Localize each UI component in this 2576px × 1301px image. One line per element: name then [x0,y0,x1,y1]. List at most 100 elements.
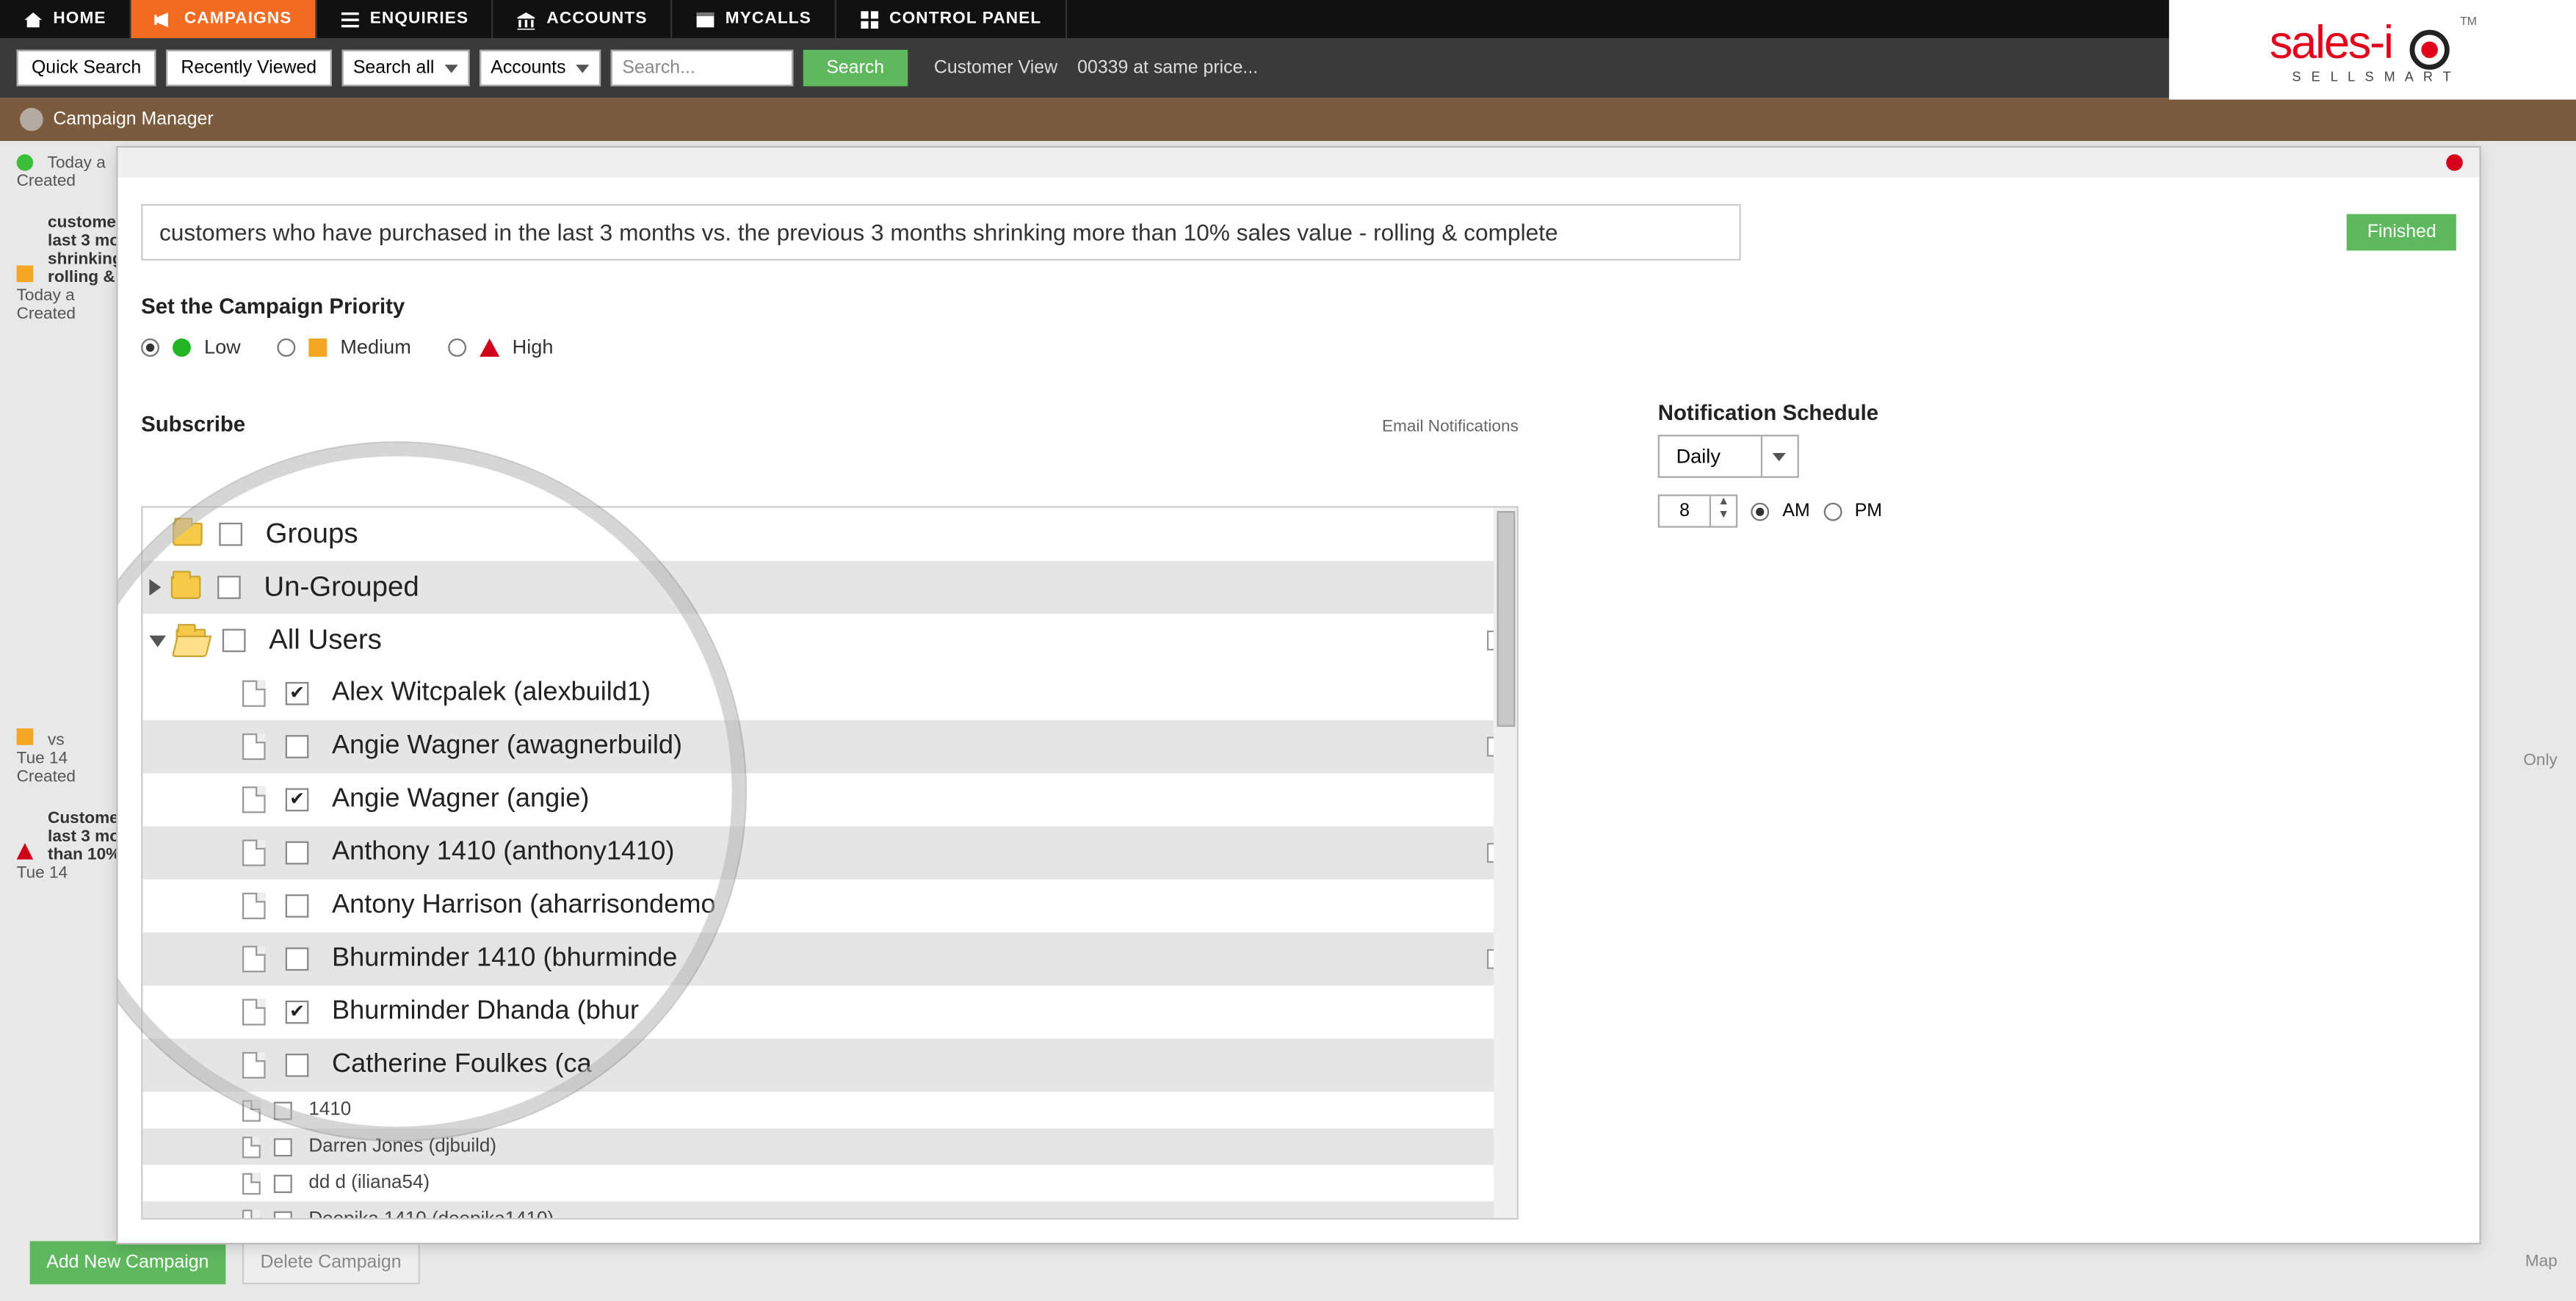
tree-user-row[interactable]: Catherine Foulkes (ca [142,1039,1516,1092]
allusers-checkbox[interactable] [222,629,246,653]
search-scope-dropdown[interactable]: Search all [341,50,469,87]
quick-search-button[interactable]: Quick Search [17,50,156,87]
user-checkbox[interactable] [274,1137,292,1156]
priority-medium-radio[interactable] [277,338,295,356]
user-label: Catherine Foulkes (ca [332,1051,592,1081]
side-tab-map[interactable]: Map [2525,1253,2558,1271]
notif-schedule-heading: Notification Schedule [1658,400,2056,425]
finished-button[interactable]: Finished [2348,214,2456,251]
customer-view-link[interactable]: Customer View [934,58,1057,78]
tree-user-row[interactable]: 1410 [142,1092,1516,1128]
megaphone-icon [154,9,174,29]
user-label: Deepika 1410 (deepika1410) [308,1210,554,1220]
nav-enquiries-label: ENQUIRIES [370,10,469,29]
collapse-icon[interactable] [149,634,166,646]
tree-user-row[interactable]: Deepika 1410 (deepika1410) [142,1201,1516,1220]
expand-icon[interactable] [149,579,161,596]
ungrouped-checkbox[interactable] [217,576,241,599]
card3-vs: vs [48,732,65,750]
am-radio[interactable] [1751,502,1769,521]
tree-user-row[interactable]: Angie Wagner (angie) [142,773,1516,826]
nav-accounts-label: ACCOUNTS [546,10,647,29]
tree-user-row[interactable]: Antony Harrison (aharrisondemo [142,880,1516,932]
priority-dot-red [17,843,34,860]
priority-high-radio[interactable] [448,338,466,356]
am-label: AM [1782,501,1809,521]
side-tab-only[interactable]: Only [2523,752,2557,770]
user-checkbox[interactable] [286,789,309,812]
email-notifications-label: Email Notifications [1382,418,1519,437]
hour-value: 8 [1660,496,1710,526]
file-icon [242,681,266,707]
breadcrumb-icon [20,108,43,131]
close-icon[interactable] [2446,154,2463,171]
tree-user-row[interactable]: Alex Witcpalek (alexbuild1) [142,667,1516,720]
priority-row: Low Medium High [141,336,2456,359]
nav-mycalls[interactable]: MYCALLS [672,0,836,38]
add-campaign-button[interactable]: Add New Campaign [30,1241,225,1284]
tree-ungrouped[interactable]: Un-Grouped [142,561,1516,614]
hour-spinner[interactable]: 8 ▲▼ [1658,494,1738,527]
search-type-dropdown[interactable]: Accounts [479,50,601,87]
user-checkbox[interactable] [286,947,309,971]
user-checkbox[interactable] [286,682,309,706]
file-icon [242,999,266,1026]
priority-green-icon [173,338,191,356]
brand-logo: sales-i TM S E L L S M A R T [2169,0,2576,100]
campaign-title-input[interactable] [141,204,1741,261]
nav-home-label: HOME [53,10,106,29]
spinner-down-icon[interactable]: ▼ [1711,510,1736,523]
tree-user-row[interactable]: dd d (iliana54) [142,1165,1516,1202]
nav-enquiries[interactable]: ENQUIRIES [316,0,493,38]
priority-dot-orange [17,266,34,283]
search-scope-label: Search all [353,58,435,78]
tree-user-row[interactable]: Bhurminder 1410 (bhurminde [142,932,1516,985]
scrollbar-thumb[interactable] [1497,511,1516,727]
tree-user-row[interactable]: Darren Jones (djbuild) [142,1128,1516,1165]
modal-body: Finished Set the Campaign Priority Low M… [117,178,2479,1243]
breadcrumb-label: Campaign Manager [53,109,213,129]
delete-campaign-button[interactable]: Delete Campaign [242,1241,420,1284]
file-icon [242,1173,261,1194]
allusers-label: All Users [269,624,382,657]
search-button[interactable]: Search [803,50,908,87]
priority-low-label: Low [204,336,241,359]
card2-line2: Created [17,305,76,324]
priority-low-radio[interactable] [141,338,159,356]
user-checkbox[interactable] [286,735,309,758]
campaign-modal: Finished Set the Campaign Priority Low M… [116,146,2481,1244]
nav-control[interactable]: CONTROL PANEL [836,0,1066,38]
user-checkbox[interactable] [286,841,309,865]
nav-accounts[interactable]: ACCOUNTS [493,0,672,38]
tree-scrollbar[interactable] [1494,508,1517,1218]
tree-user-row[interactable]: Angie Wagner (awagnerbuild) [142,720,1516,773]
nav-campaigns[interactable]: CAMPAIGNS [131,0,317,38]
tree-user-row[interactable]: Bhurminder Dhanda (bhur [142,985,1516,1038]
search-input[interactable]: Search... [611,50,794,87]
user-checkbox[interactable] [274,1211,292,1220]
user-label: Angie Wagner (awagnerbuild) [332,732,682,762]
user-tree: Groups Un-Grouped All Users Alex Witcpal… [141,506,1519,1220]
schedule-dropdown[interactable]: Daily [1658,435,1798,478]
user-checkbox[interactable] [274,1101,292,1120]
user-checkbox[interactable] [286,894,309,918]
groups-checkbox[interactable] [219,523,242,546]
user-label: Antony Harrison (aharrisondemo [332,891,716,921]
tree-user-row[interactable]: Anthony 1410 (anthony1410) [142,826,1516,879]
card2-line1: Today a [17,287,75,305]
file-icon [242,733,266,760]
spinner-up-icon[interactable]: ▲ [1711,496,1736,510]
user-checkbox[interactable] [286,1001,309,1024]
priority-dot-green [17,155,34,172]
recently-viewed-button[interactable]: Recently Viewed [166,50,331,87]
tree-groups[interactable]: Groups [142,508,1516,561]
schedule-value: Daily [1660,436,1760,476]
folder-open-icon [176,629,206,653]
pm-radio[interactable] [1823,502,1842,521]
user-checkbox[interactable] [274,1174,292,1192]
tree-allusers[interactable]: All Users [142,614,1516,667]
user-checkbox[interactable] [286,1054,309,1077]
bank-icon [517,9,537,29]
nav-home[interactable]: HOME [0,0,131,38]
priority-high-label: High [513,336,554,359]
